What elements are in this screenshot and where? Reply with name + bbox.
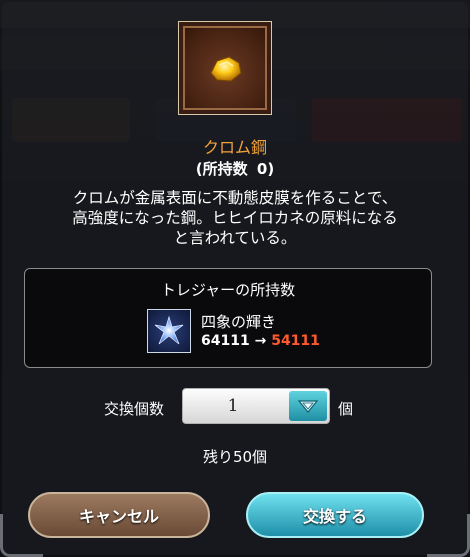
description-line: クロムが金属表面に不動態皮膜を作ることで、	[72, 189, 398, 207]
owned-count: (所持数 0)	[0, 158, 470, 179]
treasure-panel: トレジャーの所持数 四象の輝き 64111 → 54111	[24, 268, 432, 368]
chevron-down-icon	[297, 400, 319, 413]
item-description: クロムが金属表面に不動態皮膜を作ることで、 高強度になった鋼。ヒヒイロカネの原料…	[30, 188, 440, 248]
treasure-name: 四象の輝き	[201, 313, 277, 331]
arrow-icon: →	[254, 333, 267, 349]
blue-star-icon	[154, 315, 184, 345]
treasure-title: トレジャーの所持数	[160, 281, 296, 299]
quantity-dropdown-button[interactable]	[289, 391, 327, 421]
quantity-value[interactable]: 1	[183, 389, 283, 423]
item-name: クロム鋼	[202, 138, 267, 157]
owned-label: (所持数	[195, 160, 248, 178]
description-line: 高強度になった鋼。ヒヒイロカネの原料になる	[72, 209, 398, 227]
count-before: 64111	[201, 333, 250, 349]
frame-ornament	[427, 514, 470, 557]
owned-value: 0)	[256, 160, 275, 178]
quantity-select[interactable]: 1	[182, 388, 330, 424]
count-after: 54111	[271, 333, 320, 349]
cancel-button[interactable]: キャンセル	[28, 492, 210, 538]
quantity-unit: 個	[338, 400, 354, 418]
exchange-button[interactable]: 交換する	[246, 492, 424, 538]
description-line: と言われている。	[173, 229, 297, 247]
frame-ornament	[0, 514, 43, 557]
gold-nugget-icon	[210, 56, 242, 82]
remaining-count: 残り50個	[202, 448, 268, 466]
treasure-thumbnail	[147, 309, 191, 353]
treasure-count: 64111 → 54111	[201, 333, 320, 349]
item-thumbnail	[178, 21, 272, 115]
quantity-label: 交換個数	[104, 400, 165, 418]
